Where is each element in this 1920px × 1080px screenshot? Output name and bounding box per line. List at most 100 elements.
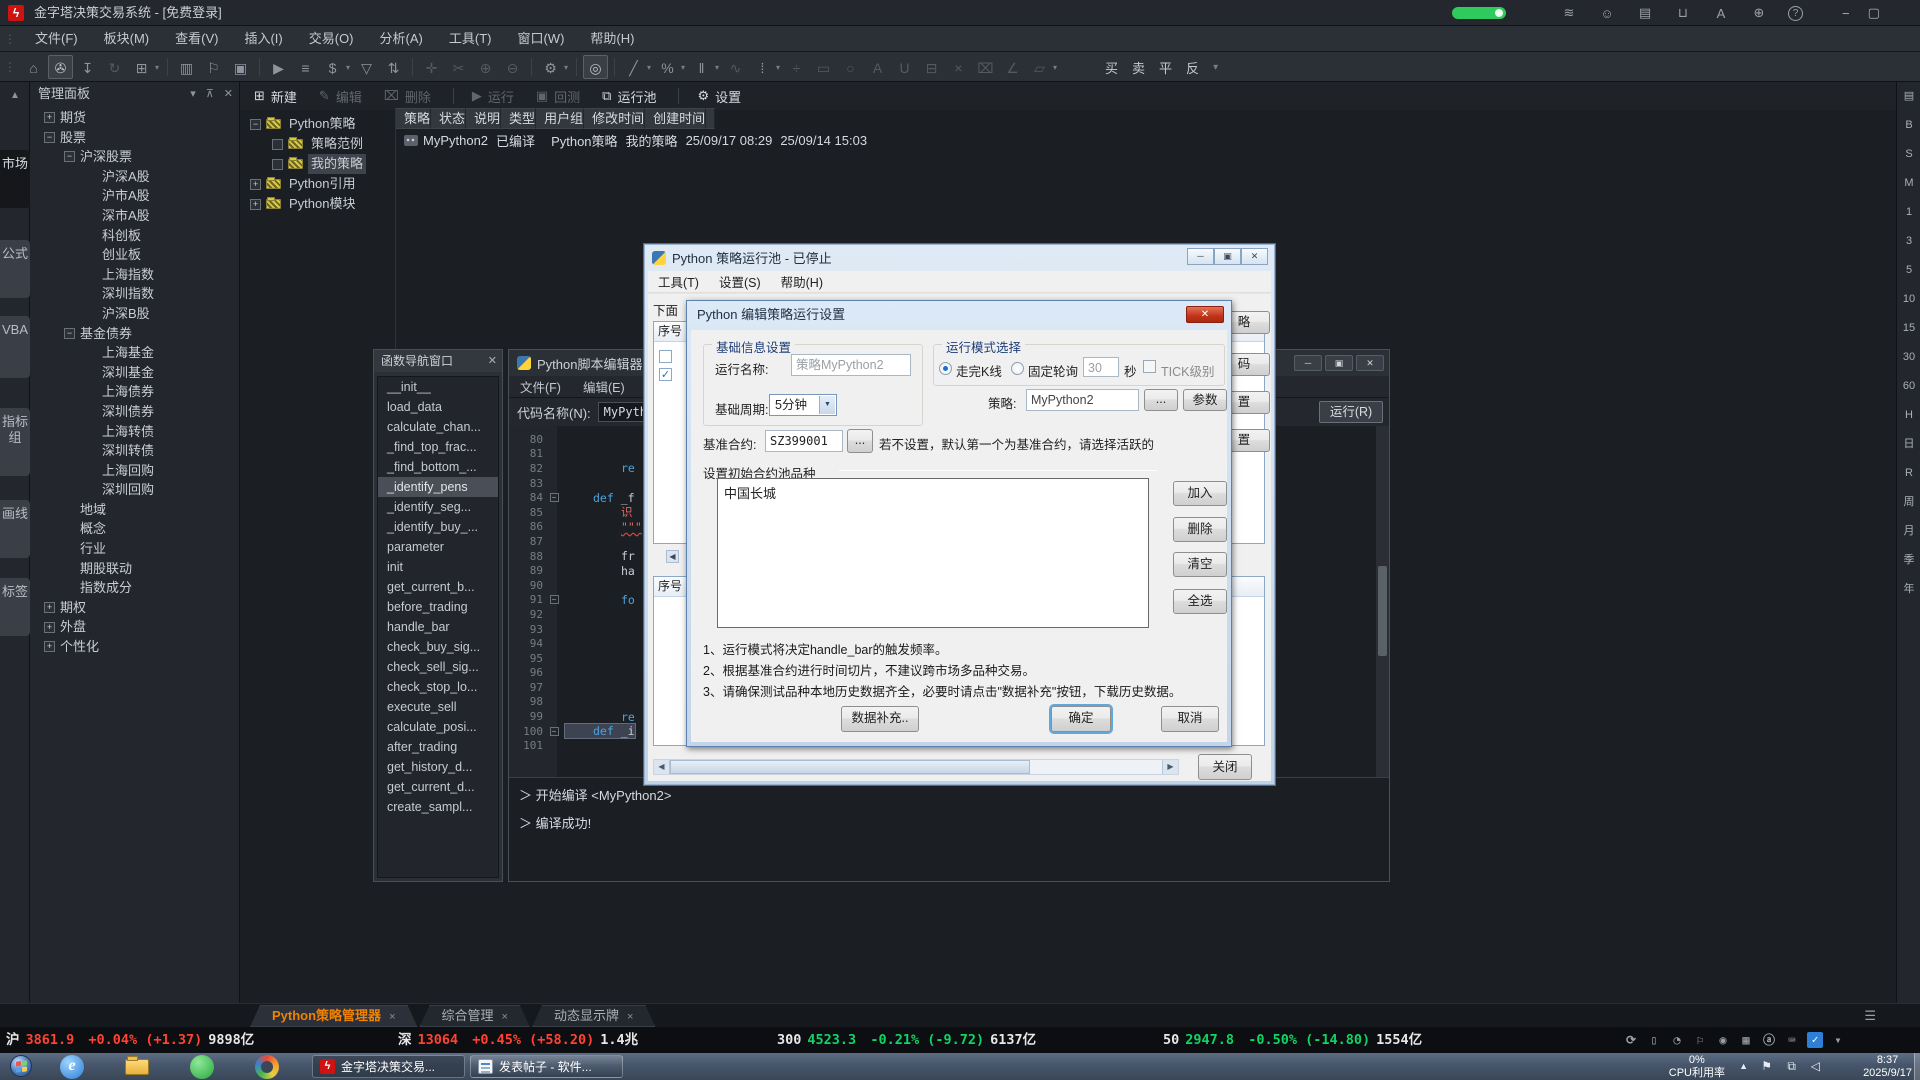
fold-toggle-icon[interactable]: − — [550, 727, 559, 736]
download-icon[interactable]: ↧ — [75, 55, 100, 79]
period-button[interactable]: 10 — [1897, 285, 1920, 314]
tree-item[interactable]: 行业 — [30, 539, 240, 559]
column-header[interactable]: 状态 — [431, 108, 466, 129]
bell-icon[interactable]: ⚐ — [1692, 1032, 1708, 1048]
runpool-icon[interactable]: ⟳ — [1623, 1032, 1639, 1048]
left-vertical-tab[interactable]: VBA — [0, 316, 30, 378]
tree-item[interactable]: 创业板 — [30, 245, 240, 265]
function-list-item[interactable]: calculate_chan... — [378, 417, 498, 437]
panel-toolbar-button[interactable]: ✎编辑 — [319, 87, 362, 106]
panel-toolbar-button[interactable]: ⚙设置 — [697, 87, 741, 106]
trade-button[interactable]: 平 — [1159, 58, 1172, 77]
fold-toggle-icon[interactable]: − — [550, 493, 559, 502]
function-list-item[interactable]: _identify_buy_... — [378, 517, 498, 537]
scroll-left-icon[interactable]: ◀ — [666, 550, 679, 563]
tree-item[interactable]: 深圳指数 — [30, 284, 240, 304]
refresh-icon[interactable]: ↻ — [102, 55, 127, 79]
chevron-down-icon[interactable]: ▾ — [1213, 62, 1218, 73]
function-list-item[interactable]: load_data — [378, 397, 498, 417]
move-icon[interactable]: ✛ — [419, 55, 444, 79]
boxminus-icon[interactable]: ⊟ — [919, 55, 944, 79]
panel-toolbar-button[interactable]: ▣回测 — [536, 87, 580, 106]
column-header[interactable]: 序号 — [654, 577, 688, 596]
tree-item[interactable]: 上海回购 — [30, 461, 240, 481]
tree-item[interactable]: 科创板 — [30, 226, 240, 246]
tray-expand-icon[interactable]: ▲ — [1739, 1061, 1748, 1071]
period-button[interactable]: 3 — [1897, 227, 1920, 256]
tree-item[interactable]: 个性化 — [30, 637, 240, 657]
speaker-icon[interactable]: ◁ — [1811, 1059, 1820, 1073]
scroll-right-icon[interactable]: ▶ — [1162, 760, 1178, 774]
link-icon[interactable]: ✇ — [48, 55, 73, 79]
keyboard-icon[interactable]: ⌨ — [1784, 1032, 1800, 1048]
filter-icon[interactable]: ▽ — [354, 55, 379, 79]
function-list-item[interactable]: _find_bottom_... — [378, 457, 498, 477]
tree-item[interactable]: 地域 — [30, 500, 240, 520]
function-list-item[interactable]: init — [378, 557, 498, 577]
left-vertical-tab[interactable]: 标签 — [0, 578, 30, 636]
expand-icon[interactable] — [44, 622, 55, 633]
panel-toolbar-button[interactable]: ⧉运行池 — [602, 87, 656, 106]
period-button[interactable]: 年 — [1897, 575, 1920, 604]
period-button[interactable]: B — [1897, 111, 1920, 140]
rect-icon[interactable]: ▭ — [811, 55, 836, 79]
tab-menu-icon[interactable]: ☰ — [1864, 1008, 1876, 1024]
cart-icon[interactable]: ⊔ — [1674, 5, 1692, 21]
menu-item[interactable]: 板块(M) — [91, 26, 163, 52]
left-vertical-tab[interactable]: 画线 — [0, 500, 30, 558]
cut-icon[interactable]: ✂ — [446, 55, 471, 79]
translate-icon[interactable]: A — [1712, 6, 1730, 21]
user-icon[interactable]: ☺ — [1598, 6, 1616, 21]
period-button[interactable]: 1 — [1897, 198, 1920, 227]
close-button[interactable]: ✕ — [1186, 306, 1224, 323]
gear-icon[interactable]: ⚙ — [538, 55, 563, 79]
menu-item[interactable]: 帮助(H) — [771, 272, 833, 291]
run-name-field[interactable]: 策略MyPython2 — [791, 354, 911, 376]
table-row[interactable]: MyPython2 已编译 Python策略 — [396, 129, 1458, 152]
function-list-item[interactable]: after_trading — [378, 737, 498, 757]
function-list-item[interactable]: get_history_d... — [378, 757, 498, 777]
strategy-field[interactable]: MyPython2 — [1026, 389, 1139, 411]
tree-item[interactable]: 期货 — [30, 108, 240, 128]
tick-checkbox[interactable] — [1143, 360, 1156, 373]
bars-icon[interactable]: ‖ — [689, 55, 714, 79]
trash-icon[interactable]: ⌧ — [973, 55, 998, 79]
bottom-tab[interactable]: Python策略管理器× — [250, 1005, 418, 1027]
expand-icon[interactable] — [44, 602, 55, 613]
fold-toggle-icon[interactable]: − — [550, 595, 559, 604]
collapse-icon[interactable]: ▾ — [190, 82, 196, 106]
period-button[interactable]: ▤ — [1897, 82, 1920, 111]
function-list-item[interactable]: handle_bar — [378, 617, 498, 637]
menu-item[interactable]: 交易(O) — [296, 26, 367, 52]
taskbar-app-post[interactable]: 发表帖子 - 软件... — [470, 1055, 623, 1078]
layout-icon[interactable]: ⊞ — [129, 55, 154, 79]
menu-item[interactable]: 查看(V) — [162, 26, 231, 52]
tree-item[interactable]: 上海转债 — [30, 422, 240, 442]
poll-seconds-field[interactable]: 30 — [1083, 357, 1119, 377]
period-button[interactable]: 15 — [1897, 314, 1920, 343]
play-icon[interactable]: ▶ — [266, 55, 291, 79]
tree-item[interactable]: 深圳回购 — [30, 480, 240, 500]
column-header[interactable]: 修改时间 — [584, 108, 645, 129]
text-icon[interactable]: A — [865, 55, 890, 79]
menu-item[interactable]: 文件(F) — [509, 377, 572, 396]
expand-icon[interactable] — [64, 328, 75, 339]
start-button[interactable] — [10, 1055, 32, 1077]
radio-kline[interactable] — [939, 362, 952, 375]
period-button[interactable]: 月 — [1897, 517, 1920, 546]
tree-item[interactable]: 基金债券 — [30, 324, 240, 344]
function-list-item[interactable]: _identify_seg... — [378, 497, 498, 517]
close-button[interactable]: ✕ — [1356, 355, 1384, 371]
minimize-button[interactable]: ─ — [1187, 248, 1214, 265]
mouse-icon[interactable]: ◎ — [583, 55, 608, 79]
function-list-item[interactable]: execute_sell — [378, 697, 498, 717]
close-window-button[interactable]: 关闭 — [1198, 754, 1252, 780]
tree-item[interactable]: 沪深A股 — [30, 167, 240, 187]
minimize-button[interactable]: ─ — [1294, 355, 1322, 371]
editor-scrollbar[interactable] — [1376, 426, 1389, 777]
checkbox-checked[interactable]: ✓ — [659, 368, 672, 381]
tree-item[interactable]: 上海债券 — [30, 382, 240, 402]
report-icon[interactable]: ≡ — [293, 55, 318, 79]
quicklaunch-ring-icon[interactable] — [255, 1055, 279, 1079]
scrollbar-thumb[interactable] — [670, 760, 1030, 774]
